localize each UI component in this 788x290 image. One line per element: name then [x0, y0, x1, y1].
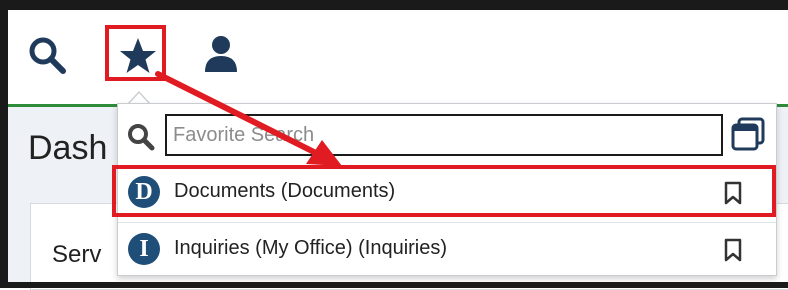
user-icon[interactable] — [203, 34, 239, 74]
window-frame-left — [0, 0, 8, 288]
favorite-item-badge: I — [128, 233, 160, 265]
windows-icon[interactable] — [730, 116, 766, 152]
favorites-button-highlight — [105, 25, 166, 81]
search-icon[interactable] — [28, 36, 68, 76]
page-title: Dash — [28, 129, 108, 167]
favorite-search-input[interactable] — [165, 114, 723, 156]
window-frame-bottom — [0, 282, 788, 288]
favorite-item-inquiries[interactable]: I Inquiries (My Office) (Inquiries) — [118, 222, 776, 274]
card-title: Serv — [52, 241, 102, 268]
documents-item-highlight — [112, 165, 776, 217]
favorite-search-icon — [128, 124, 155, 151]
bookmark-icon[interactable] — [723, 238, 743, 262]
favorite-item-label: Inquiries (My Office) (Inquiries) — [174, 237, 448, 259]
window-frame-top — [0, 0, 788, 10]
